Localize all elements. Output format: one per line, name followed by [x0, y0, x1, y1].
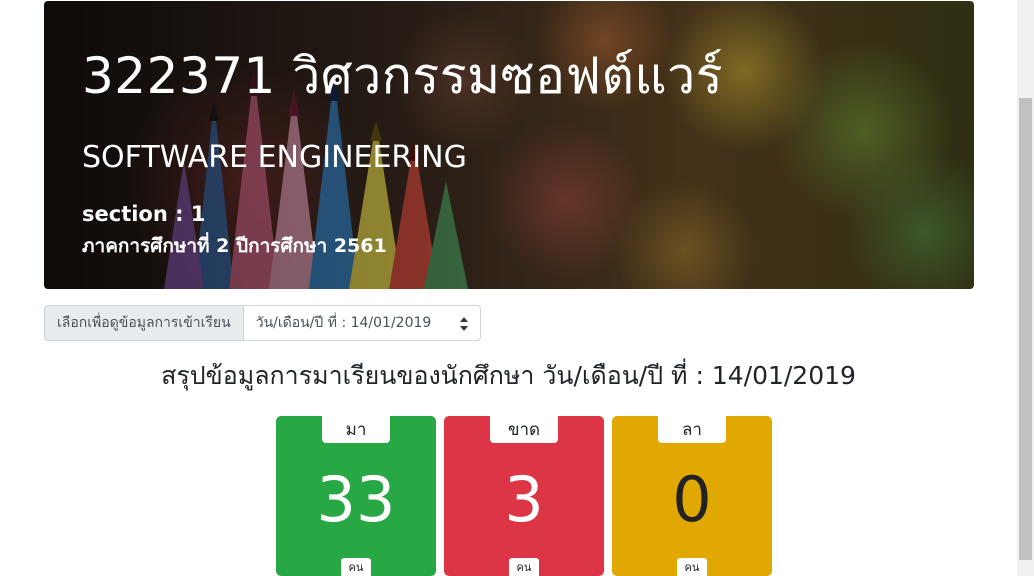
- present-count: 33: [316, 463, 396, 536]
- absent-unit: คน: [509, 558, 539, 576]
- date-selector-label: เลือกเพื่อดูข้อมูลการเข้าเรียน: [44, 305, 243, 341]
- course-banner: 322371 วิศวกรรมซอฟต์แวร์ SOFTWARE ENGINE…: [44, 1, 974, 289]
- leave-label: ลา: [658, 416, 726, 443]
- academic-term: ภาคการศึกษาที่ 2 ปีการศึกษา 2561: [82, 235, 387, 257]
- date-select-value: วัน/เดือน/ปี ที่ : 14/01/2019: [255, 315, 432, 331]
- course-title: 322371 วิศวกรรมซอฟต์แวร์: [82, 47, 724, 105]
- page: 322371 วิศวกรรมซอฟต์แวร์ SOFTWARE ENGINE…: [0, 0, 1034, 576]
- date-select[interactable]: วัน/เดือน/ปี ที่ : 14/01/2019: [242, 305, 481, 341]
- leave-card: ลา 0 คน: [612, 416, 772, 576]
- scrollbar-thumb[interactable]: [1019, 98, 1032, 560]
- course-english-name: SOFTWARE ENGINEERING: [82, 140, 467, 175]
- leave-unit: คน: [677, 558, 707, 576]
- absent-count: 3: [504, 463, 544, 536]
- page-scrollbar[interactable]: [1017, 0, 1034, 576]
- present-unit: คน: [341, 558, 371, 576]
- leave-count: 0: [672, 463, 712, 536]
- select-arrows-icon: [459, 317, 468, 331]
- present-card: มา 33 คน: [276, 416, 436, 576]
- attendance-date-selector: เลือกเพื่อดูข้อมูลการเข้าเรียน วัน/เดือน…: [44, 305, 481, 341]
- absent-card: ขาด 3 คน: [444, 416, 604, 576]
- present-label: มา: [322, 416, 390, 443]
- absent-label: ขาด: [490, 416, 558, 443]
- course-section: section : 1: [82, 202, 206, 226]
- attendance-summary-title: สรุปข้อมูลการมาเรียนของนักศึกษา วัน/เดือ…: [161, 361, 856, 390]
